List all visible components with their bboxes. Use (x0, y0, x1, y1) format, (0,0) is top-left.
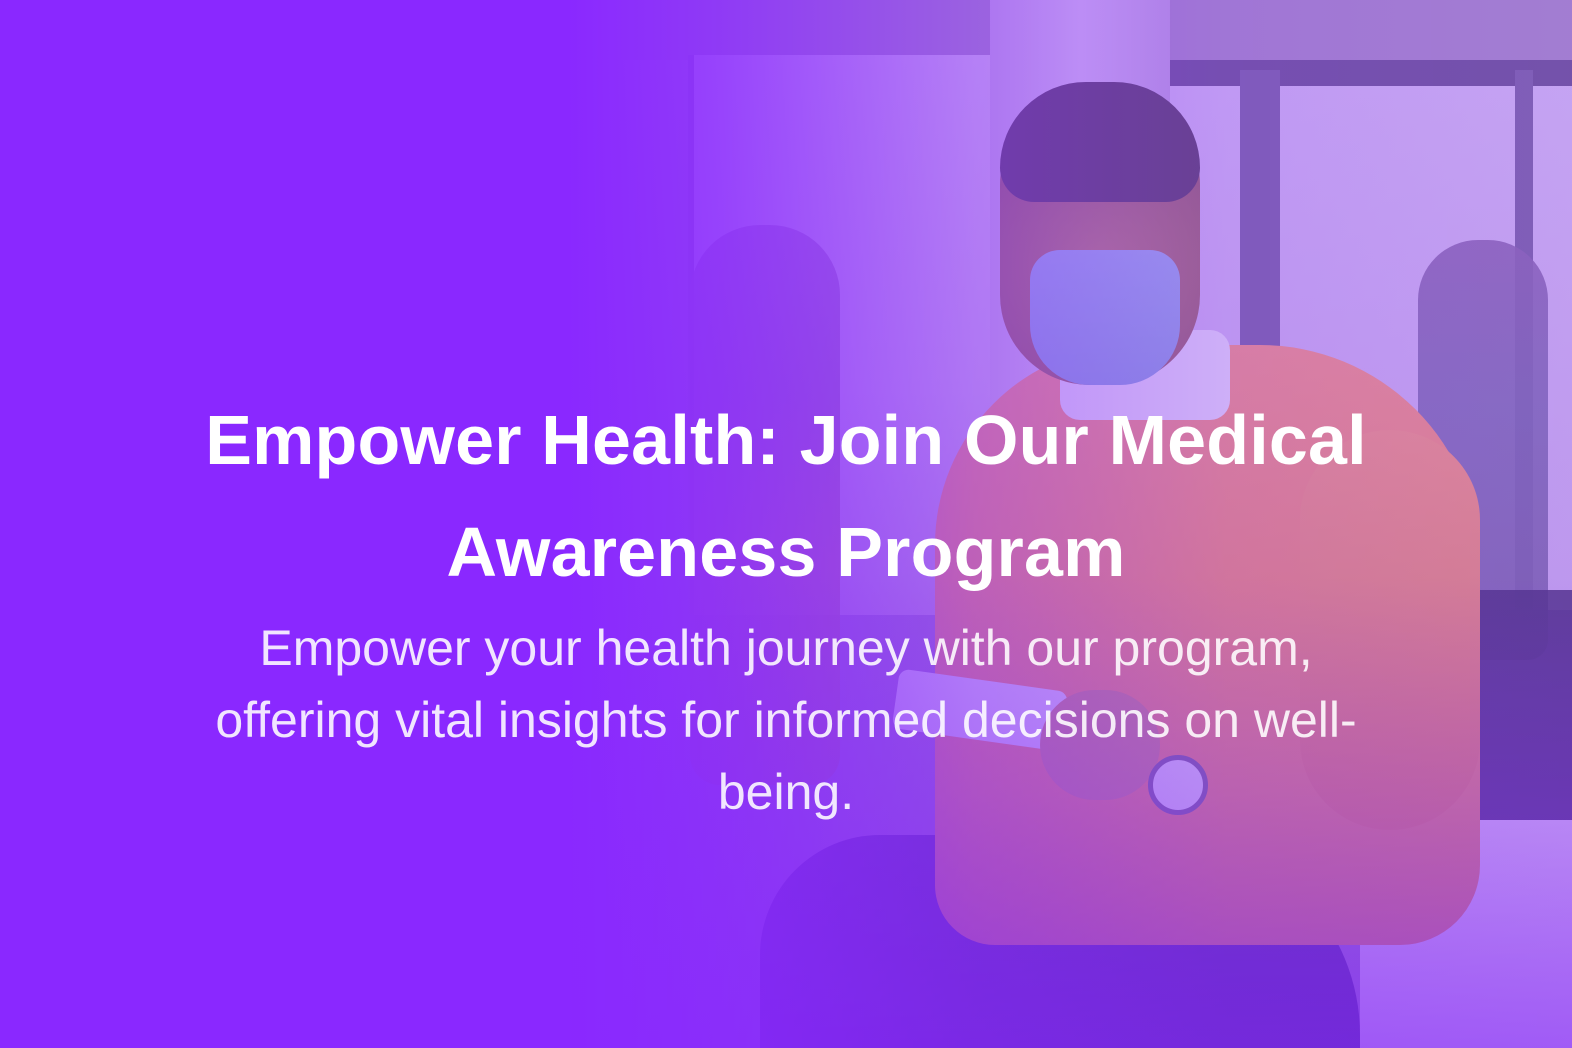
hero-title: Empower Health: Join Our Medical Awarene… (205, 401, 1367, 591)
hero-banner: Empower Health: Join Our Medical Awarene… (0, 0, 1572, 1048)
hero-subtitle: Empower your health journey with our pro… (215, 620, 1357, 820)
hero-content: Empower Health: Join Our Medical Awarene… (0, 0, 1572, 1048)
